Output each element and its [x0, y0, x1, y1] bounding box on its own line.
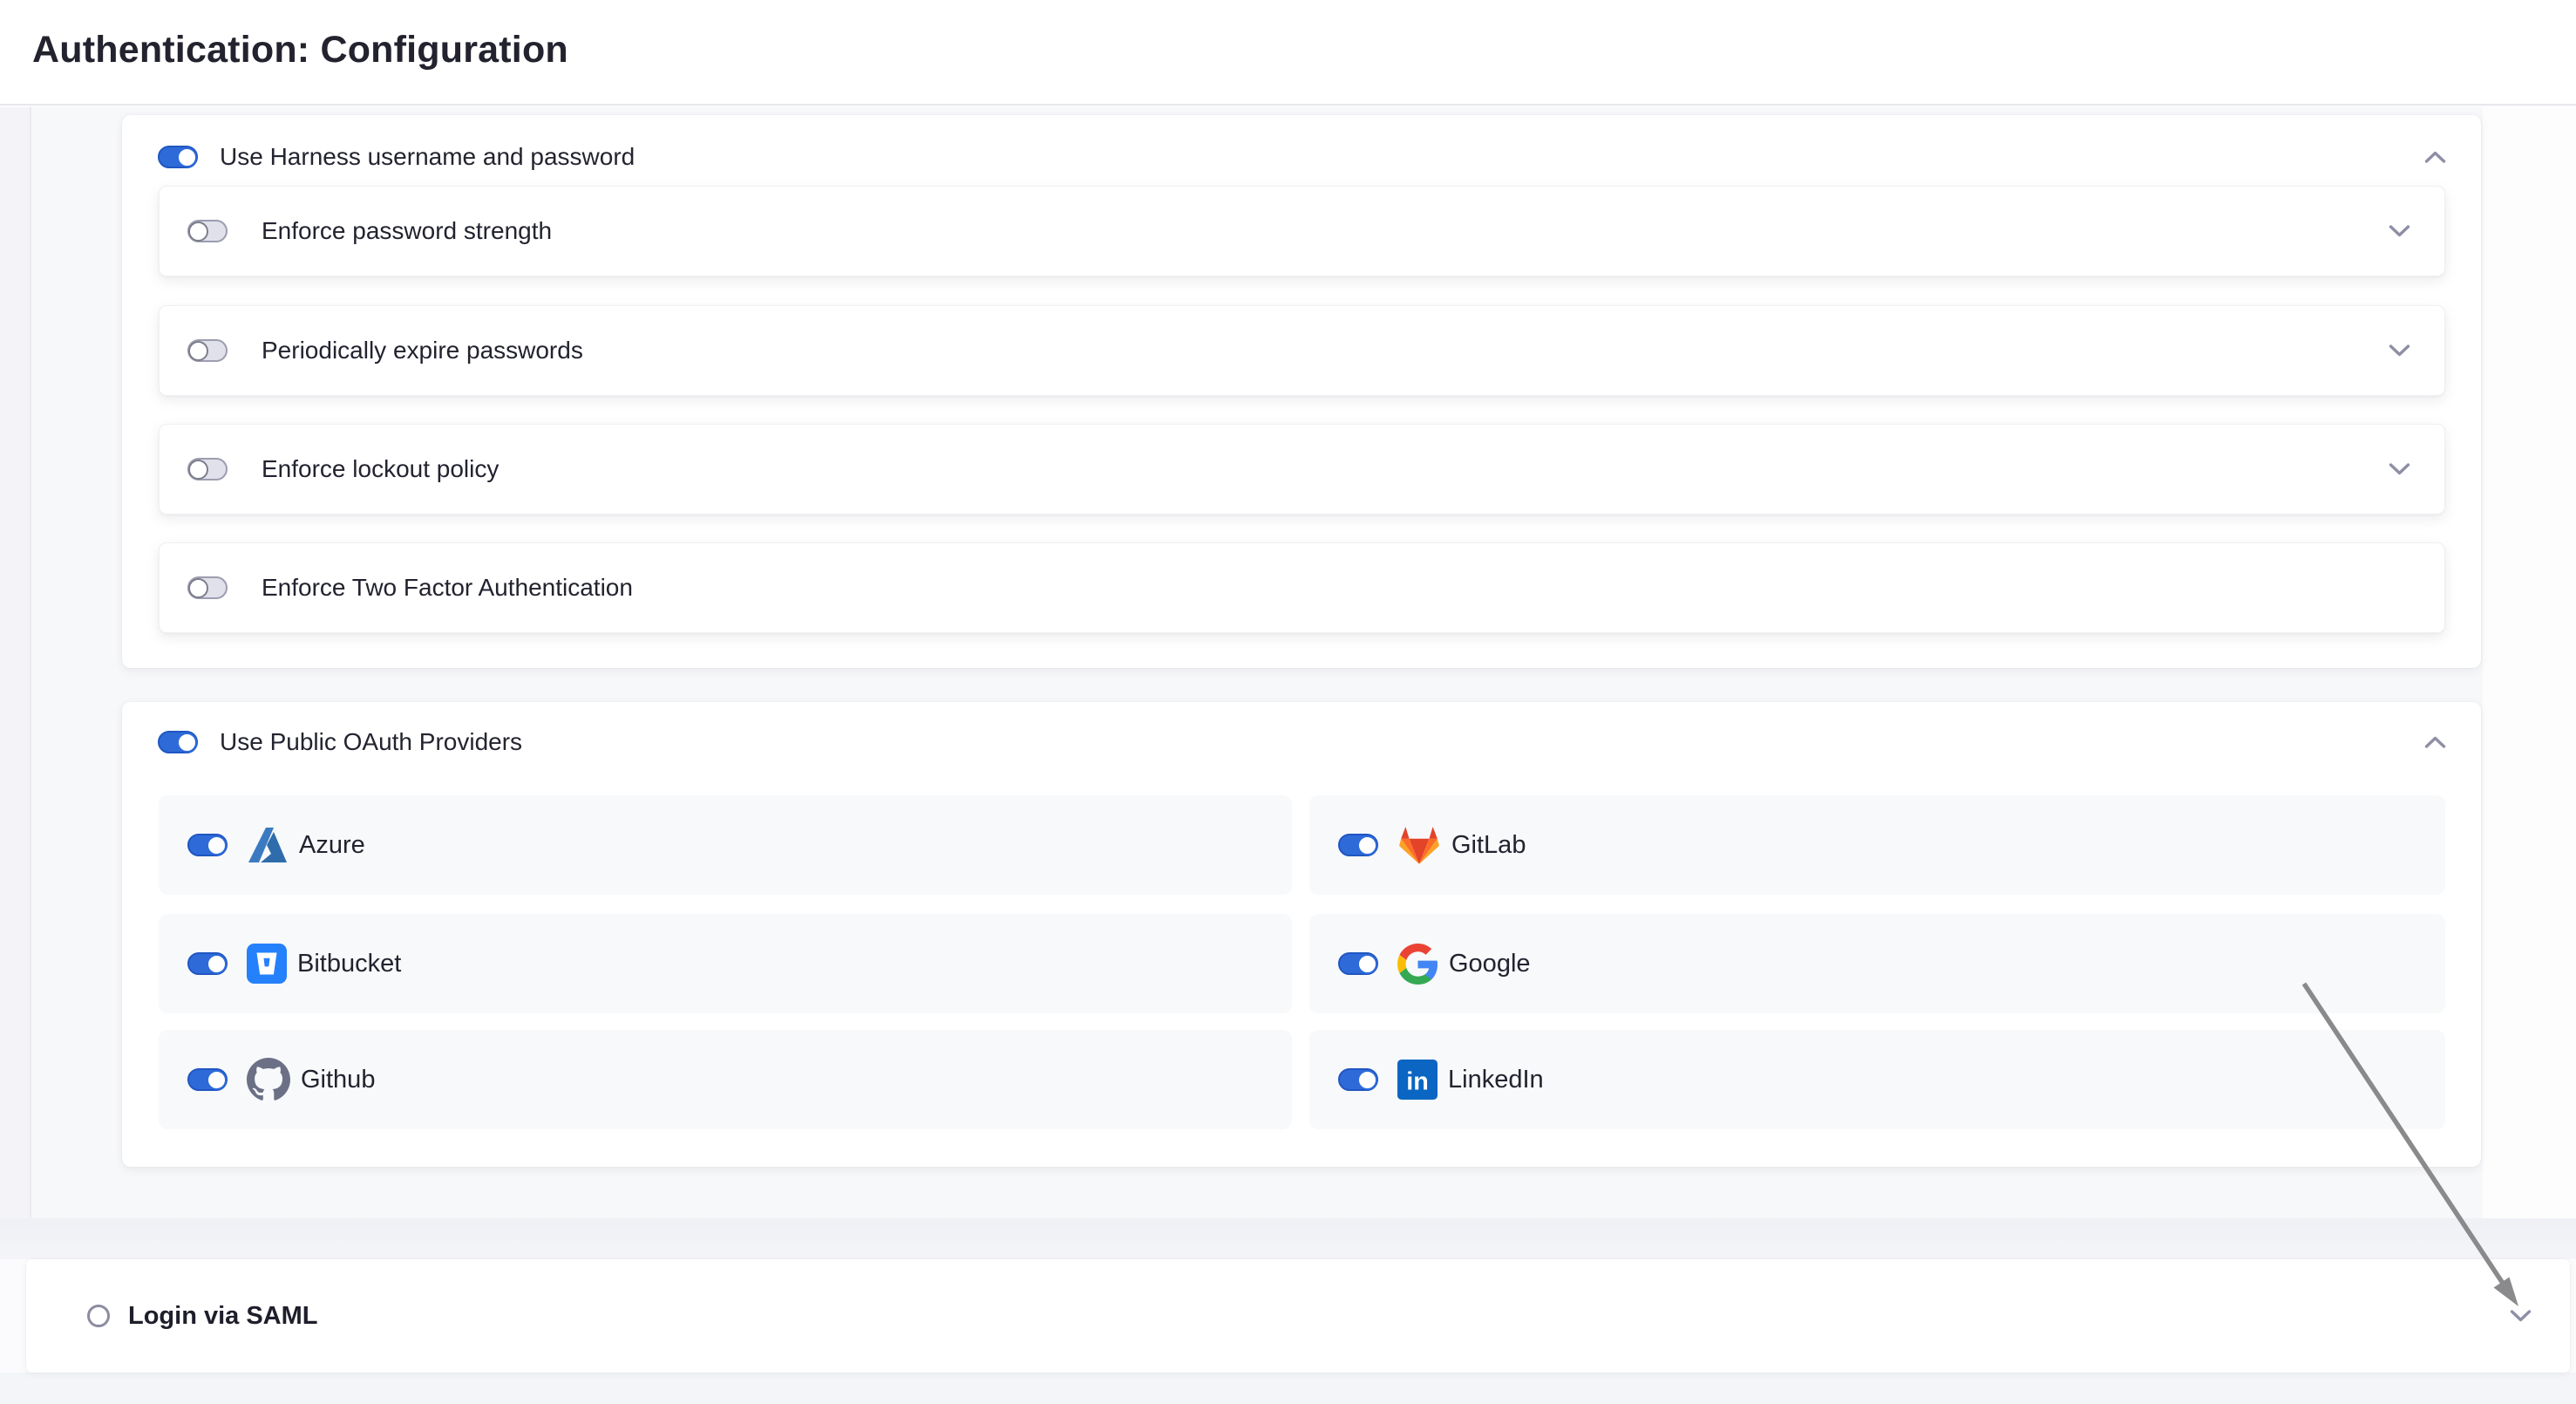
provider-label: Github	[301, 1066, 375, 1094]
github-icon	[247, 1058, 290, 1101]
toggle-knob	[188, 222, 208, 242]
page-title: Authentication: Configuration	[32, 29, 568, 72]
bitbucket-toggle[interactable]	[187, 952, 228, 975]
chevron-down-icon[interactable]	[2388, 224, 2411, 239]
lockout-policy-toggle[interactable]	[187, 458, 228, 480]
toggle-knob	[1357, 1070, 1377, 1090]
policy-row-expire-passwords: Periodically expire passwords	[159, 305, 2445, 396]
toggle-knob	[188, 578, 208, 598]
policy-row-label: Enforce password strength	[262, 217, 552, 245]
toggle-knob	[207, 835, 227, 855]
provider-row-google: Google	[1309, 914, 2445, 1013]
azure-icon	[247, 824, 289, 866]
left-gutter	[0, 107, 31, 1218]
google-icon	[1397, 944, 1438, 985]
provider-label: Azure	[299, 831, 365, 860]
two-factor-auth-toggle[interactable]	[187, 576, 228, 599]
toggle-knob	[207, 1070, 227, 1090]
chevron-down-icon[interactable]	[2388, 344, 2411, 358]
provider-row-gitlab: GitLab	[1309, 795, 2445, 895]
oauth-section-header: Use Public OAuth Providers	[158, 718, 2453, 767]
toggle-knob	[188, 460, 208, 480]
provider-label: LinkedIn	[1448, 1066, 1544, 1094]
username-password-section-header: Use Harness username and password	[158, 133, 2453, 181]
saml-radio[interactable]	[87, 1305, 110, 1327]
policy-row-two-factor-auth: Enforce Two Factor Authentication	[159, 542, 2445, 633]
provider-row-github: Github	[159, 1030, 1292, 1129]
page-header: Authentication: Configuration	[0, 0, 2576, 106]
gitlab-toggle[interactable]	[1338, 834, 1378, 856]
section-separator-band	[0, 1218, 2576, 1259]
toggle-knob	[177, 147, 197, 167]
policy-row-label: Periodically expire passwords	[262, 337, 583, 365]
username-password-section-label: Use Harness username and password	[220, 143, 635, 171]
google-toggle[interactable]	[1338, 952, 1378, 975]
username-password-section-card: Use Harness username and password Enforc…	[122, 115, 2481, 668]
expire-passwords-toggle[interactable]	[187, 339, 228, 362]
chevron-up-icon[interactable]	[2423, 735, 2447, 750]
azure-toggle[interactable]	[187, 834, 228, 856]
chevron-down-icon[interactable]	[2388, 462, 2411, 477]
oauth-section-card: Use Public OAuth Providers Azure Bitbuck…	[122, 702, 2481, 1167]
linkedin-icon: in	[1397, 1060, 1438, 1100]
toggle-knob	[1357, 835, 1377, 855]
toggle-knob	[1357, 954, 1377, 974]
bitbucket-icon	[247, 944, 287, 984]
policy-row-label: Enforce lockout policy	[262, 455, 499, 483]
password-strength-toggle[interactable]	[187, 220, 228, 242]
saml-label: Login via SAML	[128, 1302, 318, 1331]
provider-row-linkedin: in LinkedIn	[1309, 1030, 2445, 1129]
toggle-knob	[207, 954, 227, 974]
toggle-knob	[188, 341, 208, 361]
provider-label: GitLab	[1451, 831, 1526, 860]
linkedin-toggle[interactable]	[1338, 1068, 1378, 1091]
oauth-section-label: Use Public OAuth Providers	[220, 728, 522, 756]
username-password-toggle[interactable]	[158, 146, 198, 168]
gitlab-icon	[1397, 824, 1441, 866]
provider-label: Bitbucket	[297, 950, 401, 978]
svg-text:in: in	[1406, 1068, 1429, 1096]
bottom-band	[0, 1373, 2576, 1404]
right-gutter	[2483, 107, 2576, 1218]
saml-section-card: Login via SAML	[26, 1259, 2570, 1373]
policy-row-password-strength: Enforce password strength	[159, 186, 2445, 276]
toggle-knob	[177, 733, 197, 753]
chevron-up-icon[interactable]	[2423, 150, 2447, 165]
provider-row-bitbucket: Bitbucket	[159, 914, 1292, 1013]
provider-label: Google	[1449, 950, 1531, 978]
provider-row-azure: Azure	[159, 795, 1292, 895]
policy-row-label: Enforce Two Factor Authentication	[262, 574, 633, 602]
policy-row-lockout-policy: Enforce lockout policy	[159, 424, 2445, 515]
oauth-toggle[interactable]	[158, 731, 198, 753]
github-toggle[interactable]	[187, 1068, 228, 1091]
chevron-down-icon[interactable]	[2509, 1309, 2532, 1324]
